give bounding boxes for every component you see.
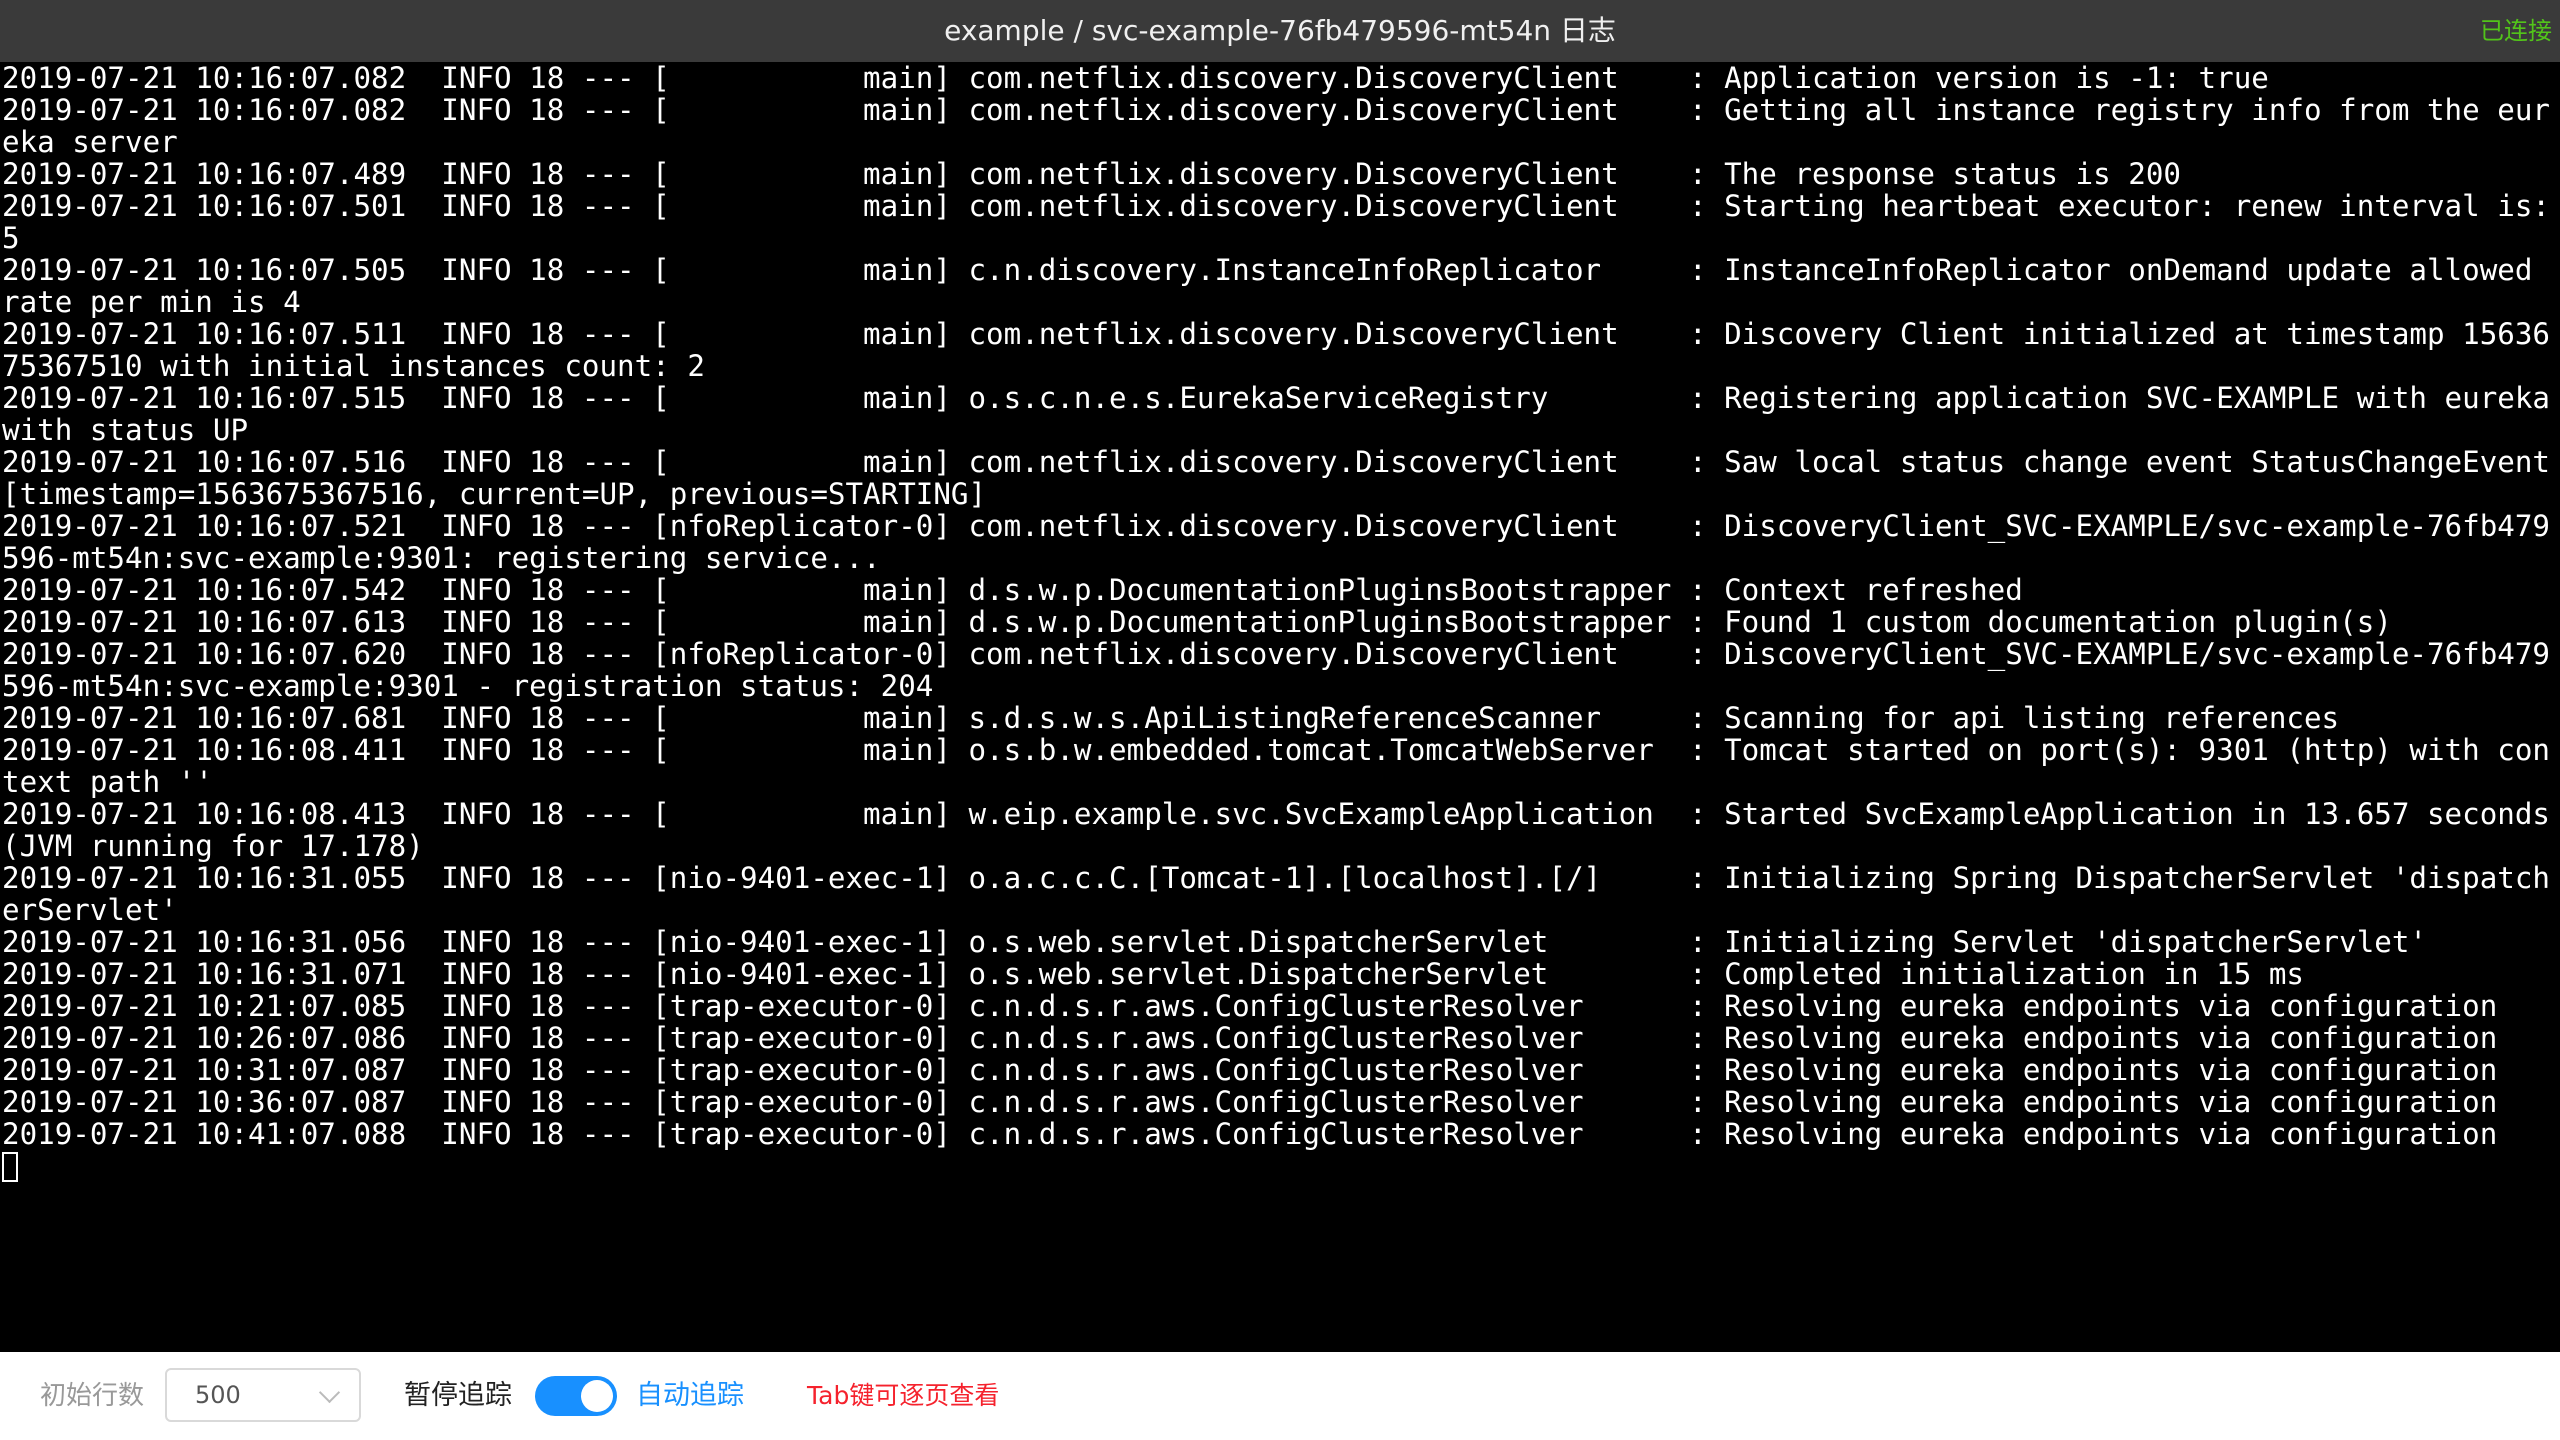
terminal-cursor (2, 1152, 18, 1182)
window-title: example / svc-example-76fb479596-mt54n 日… (944, 14, 1616, 47)
toggle-knob (581, 1380, 613, 1412)
title-bar: example / svc-example-76fb479596-mt54n 日… (0, 0, 2560, 62)
log-line: 2019-07-21 10:16:08.411 INFO 18 --- [ ma… (2, 733, 2550, 799)
pause-follow-label: 暂停追踪 (404, 1380, 512, 1411)
log-line: 2019-07-21 10:41:07.088 INFO 18 --- [tra… (2, 1117, 2498, 1151)
log-line: 2019-07-21 10:16:07.489 INFO 18 --- [ ma… (2, 157, 2181, 191)
log-line: 2019-07-21 10:16:07.501 INFO 18 --- [ ma… (2, 189, 2550, 255)
log-line: 2019-07-21 10:16:08.413 INFO 18 --- [ ma… (2, 797, 2550, 863)
initial-rows-value: 500 (195, 1381, 241, 1409)
follow-toggle[interactable] (535, 1376, 617, 1416)
log-line: 2019-07-21 10:31:07.087 INFO 18 --- [tra… (2, 1053, 2498, 1087)
log-output[interactable]: 2019-07-21 10:16:07.082 INFO 18 --- [ ma… (0, 62, 2560, 1182)
initial-rows-label: 初始行数 (40, 1381, 145, 1411)
log-line: 2019-07-21 10:16:07.521 INFO 18 --- [nfo… (2, 509, 2550, 575)
log-line: 2019-07-21 10:16:07.082 INFO 18 --- [ ma… (2, 93, 2550, 159)
log-line: 2019-07-21 10:16:31.071 INFO 18 --- [nio… (2, 957, 2304, 991)
log-line: 2019-07-21 10:16:07.511 INFO 18 --- [ ma… (2, 317, 2550, 383)
chevron-down-icon (318, 1381, 341, 1404)
log-line: 2019-07-21 10:21:07.085 INFO 18 --- [tra… (2, 989, 2498, 1023)
auto-follow-label: 自动追踪 (636, 1380, 744, 1411)
log-line: 2019-07-21 10:16:07.542 INFO 18 --- [ ma… (2, 573, 2023, 607)
log-line: 2019-07-21 10:26:07.086 INFO 18 --- [tra… (2, 1021, 2498, 1055)
bottom-toolbar: 初始行数 500 暂停追踪 自动追踪 Tab键可逐页查看 (0, 1352, 2560, 1440)
log-line: 2019-07-21 10:16:07.620 INFO 18 --- [nfo… (2, 637, 2550, 703)
initial-rows-select[interactable]: 500 (165, 1368, 361, 1422)
log-line: 2019-07-21 10:16:31.056 INFO 18 --- [nio… (2, 925, 2427, 959)
log-line: 2019-07-21 10:16:07.082 INFO 18 --- [ ma… (2, 62, 2269, 95)
connection-status: 已连接 (2480, 17, 2552, 45)
tab-paging-hint: Tab键可逐页查看 (807, 1381, 1000, 1410)
log-terminal[interactable]: 2019-07-21 10:16:07.082 INFO 18 --- [ ma… (0, 62, 2560, 1352)
log-line: 2019-07-21 10:16:07.613 INFO 18 --- [ ma… (2, 605, 2392, 639)
log-line: 2019-07-21 10:16:31.055 INFO 18 --- [nio… (2, 861, 2550, 927)
log-line: 2019-07-21 10:16:07.505 INFO 18 --- [ ma… (2, 253, 2550, 319)
log-line: 2019-07-21 10:16:07.681 INFO 18 --- [ ma… (2, 701, 2340, 735)
log-line: 2019-07-21 10:36:07.087 INFO 18 --- [tra… (2, 1085, 2498, 1119)
log-line: 2019-07-21 10:16:07.515 INFO 18 --- [ ma… (2, 381, 2550, 447)
log-line: 2019-07-21 10:16:07.516 INFO 18 --- [ ma… (2, 445, 2550, 511)
